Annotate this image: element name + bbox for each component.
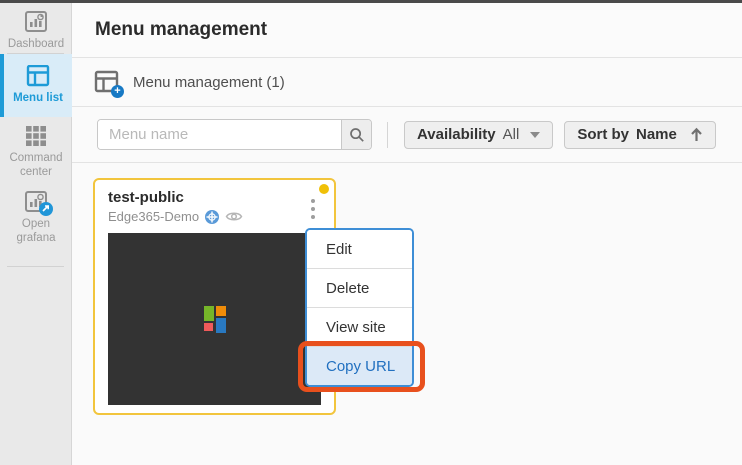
sidebar-item-menu-list[interactable]: Menu list (0, 54, 72, 117)
sidebar: Dashboard Menu list Command center Open … (0, 3, 72, 465)
section-title: Menu management (1) (133, 74, 285, 91)
context-menu-item-edit[interactable]: Edit (307, 230, 412, 268)
card-subtitle: Edge365-Demo (108, 209, 200, 224)
arrow-up-icon (690, 127, 703, 142)
eye-icon[interactable] (225, 210, 243, 223)
logo-red-block (203, 323, 213, 331)
card-subtitle-row: Edge365-Demo (108, 209, 243, 224)
sidebar-item-label: Dashboard (7, 38, 65, 50)
context-menu-item-view-site[interactable]: View site (307, 307, 412, 346)
sort-label: Sort by (577, 126, 629, 143)
search-input[interactable] (98, 120, 341, 149)
availability-dropdown[interactable]: Availability All (404, 120, 554, 149)
logo-blue-block (215, 318, 226, 333)
toolbar-separator (387, 121, 388, 148)
sidebar-item-label: Command center (9, 152, 63, 179)
menu-add-icon: + (94, 70, 124, 98)
page-header: Menu management (72, 3, 742, 58)
context-menu-item-copy-url[interactable]: Copy URL (307, 346, 412, 385)
sidebar-divider (7, 266, 64, 267)
command-center-grid-icon (25, 125, 47, 147)
menu-thumbnail[interactable] (108, 233, 321, 405)
sidebar-item-command-center[interactable]: Command center (0, 125, 72, 180)
caret-down-icon (530, 131, 541, 138)
card-title: test-public (108, 189, 184, 206)
open-grafana-icon (24, 191, 53, 216)
sidebar-item-label: Open grafana (16, 218, 56, 245)
availability-label: Availability (417, 126, 496, 143)
globe-icon (205, 209, 220, 224)
sidebar-item-dashboard[interactable]: Dashboard (0, 11, 72, 51)
add-badge-icon: + (111, 85, 124, 98)
availability-value: All (502, 126, 520, 143)
sidebar-item-label: Menu list (13, 92, 63, 105)
sidebar-item-open-grafana[interactable]: Open grafana (0, 191, 72, 246)
search-icon (349, 127, 365, 143)
status-dot (319, 184, 329, 194)
sort-value: Name (636, 126, 677, 143)
logo-green-block (203, 306, 214, 321)
menu-card-test-public[interactable]: test-public Edge365-Demo (93, 178, 336, 415)
context-menu-item-delete[interactable]: Delete (307, 268, 412, 307)
search-box (97, 119, 372, 150)
card-context-menu: Edit Delete View site Copy URL (305, 228, 414, 387)
page-title: Menu management (95, 19, 268, 40)
menu-management-app: Dashboard Menu list Command center Open … (0, 0, 742, 465)
search-button[interactable] (341, 120, 371, 149)
toolbar: Availability All Sort by Name (72, 107, 742, 163)
section-row: + Menu management (1) (72, 59, 742, 107)
sort-dropdown[interactable]: Sort by Name (564, 120, 716, 149)
kebab-menu-icon[interactable] (307, 197, 319, 221)
logo-orange-block (215, 306, 226, 316)
dashboard-chart-icon (24, 11, 48, 33)
menu-list-layout-icon (26, 65, 50, 87)
site-logo (203, 306, 226, 333)
